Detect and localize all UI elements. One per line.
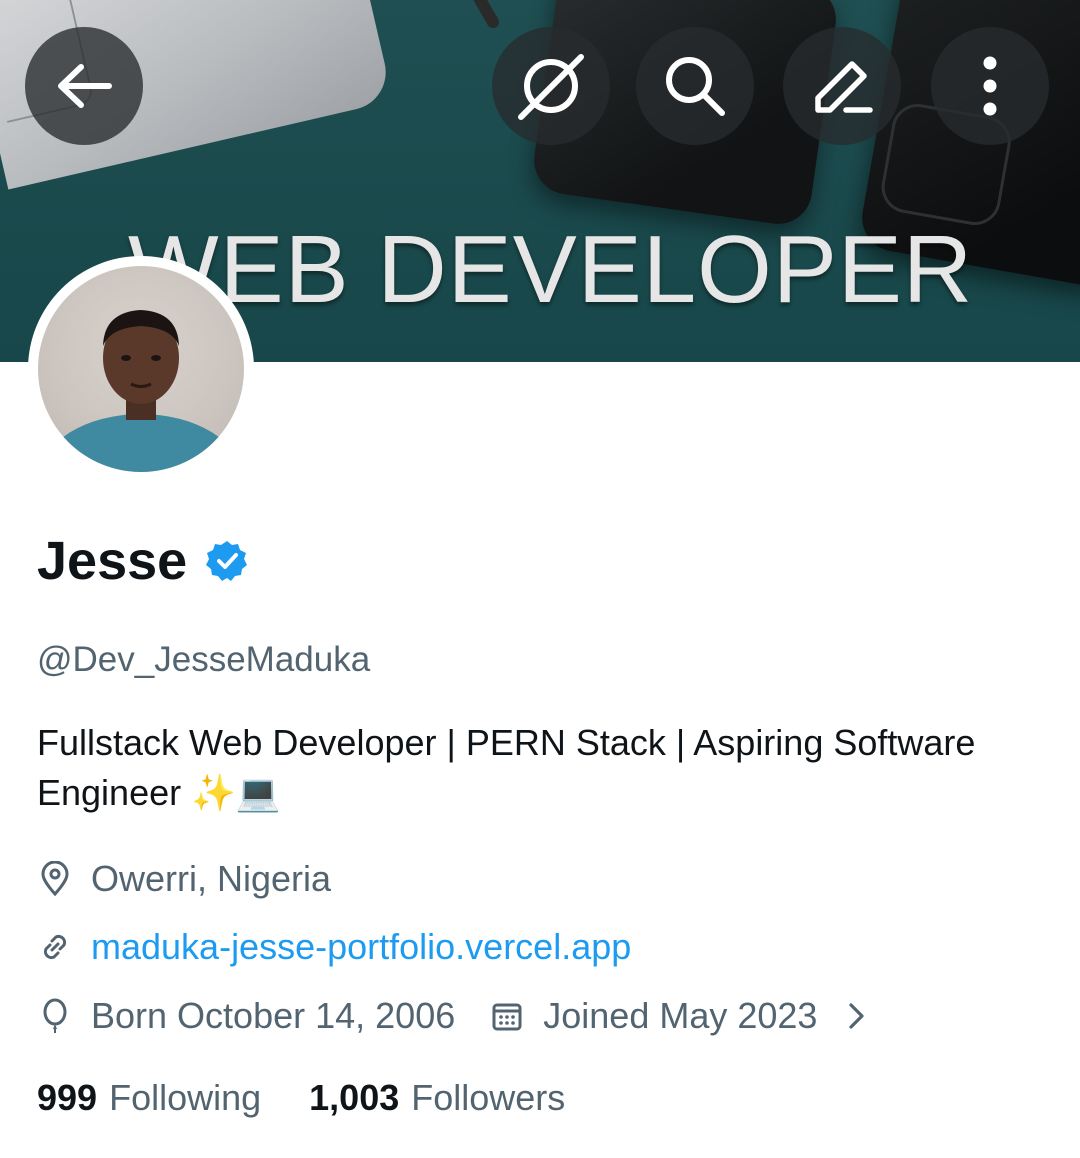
- banner-pen-image: [470, 0, 502, 31]
- edit-button[interactable]: [783, 27, 901, 145]
- search-icon: [666, 57, 725, 116]
- profile-stats: 999 Following 1,003 Followers: [37, 1077, 565, 1119]
- followers-count: 1,003: [309, 1077, 400, 1118]
- chevron-right-icon: [849, 1003, 865, 1029]
- profile-location-row: Owerri, Nigeria: [37, 858, 331, 900]
- profile-born: Born October 14, 2006: [91, 995, 456, 1036]
- followers-link[interactable]: 1,003 Followers: [309, 1077, 565, 1119]
- balloon-icon: [43, 998, 67, 1033]
- followers-label: Followers: [411, 1077, 566, 1118]
- avatar[interactable]: [28, 256, 254, 482]
- profile-bio: Fullstack Web Developer | PERN Stack | A…: [37, 722, 976, 813]
- more-button[interactable]: [931, 27, 1049, 145]
- calendar-icon: [492, 1003, 522, 1031]
- profile-handle: @Dev_JesseMaduka: [37, 640, 371, 679]
- more-vertical-icon: [983, 56, 997, 116]
- profile-joined: Joined May 2023: [543, 995, 818, 1036]
- profile-name-row: Jesse: [37, 530, 249, 592]
- back-button[interactable]: [25, 27, 143, 145]
- following-label: Following: [109, 1077, 262, 1118]
- avatar-photo: [38, 266, 244, 472]
- location-pin-icon: [41, 861, 69, 897]
- profile-location: Owerri, Nigeria: [91, 858, 332, 899]
- banner-headline: WEB DEVELOPER: [128, 216, 974, 323]
- verified-badge-icon[interactable]: [205, 539, 249, 583]
- profile-website-row: maduka-jesse-portfolio.vercel.app: [37, 926, 631, 968]
- link-icon: [43, 934, 67, 960]
- search-button[interactable]: [636, 27, 754, 145]
- profile-website-link[interactable]: maduka-jesse-portfolio.vercel.app: [91, 926, 631, 968]
- arrow-left-icon: [58, 64, 112, 108]
- profile-name: Jesse: [37, 531, 188, 591]
- following-count: 999: [37, 1077, 98, 1118]
- pencil-icon: [815, 61, 873, 113]
- grok-icon: [518, 54, 584, 120]
- following-link[interactable]: 999 Following: [37, 1077, 261, 1119]
- grok-button[interactable]: [492, 27, 610, 145]
- profile-dates-row[interactable]: Born October 14, 2006 Joined May 2023: [37, 995, 871, 1037]
